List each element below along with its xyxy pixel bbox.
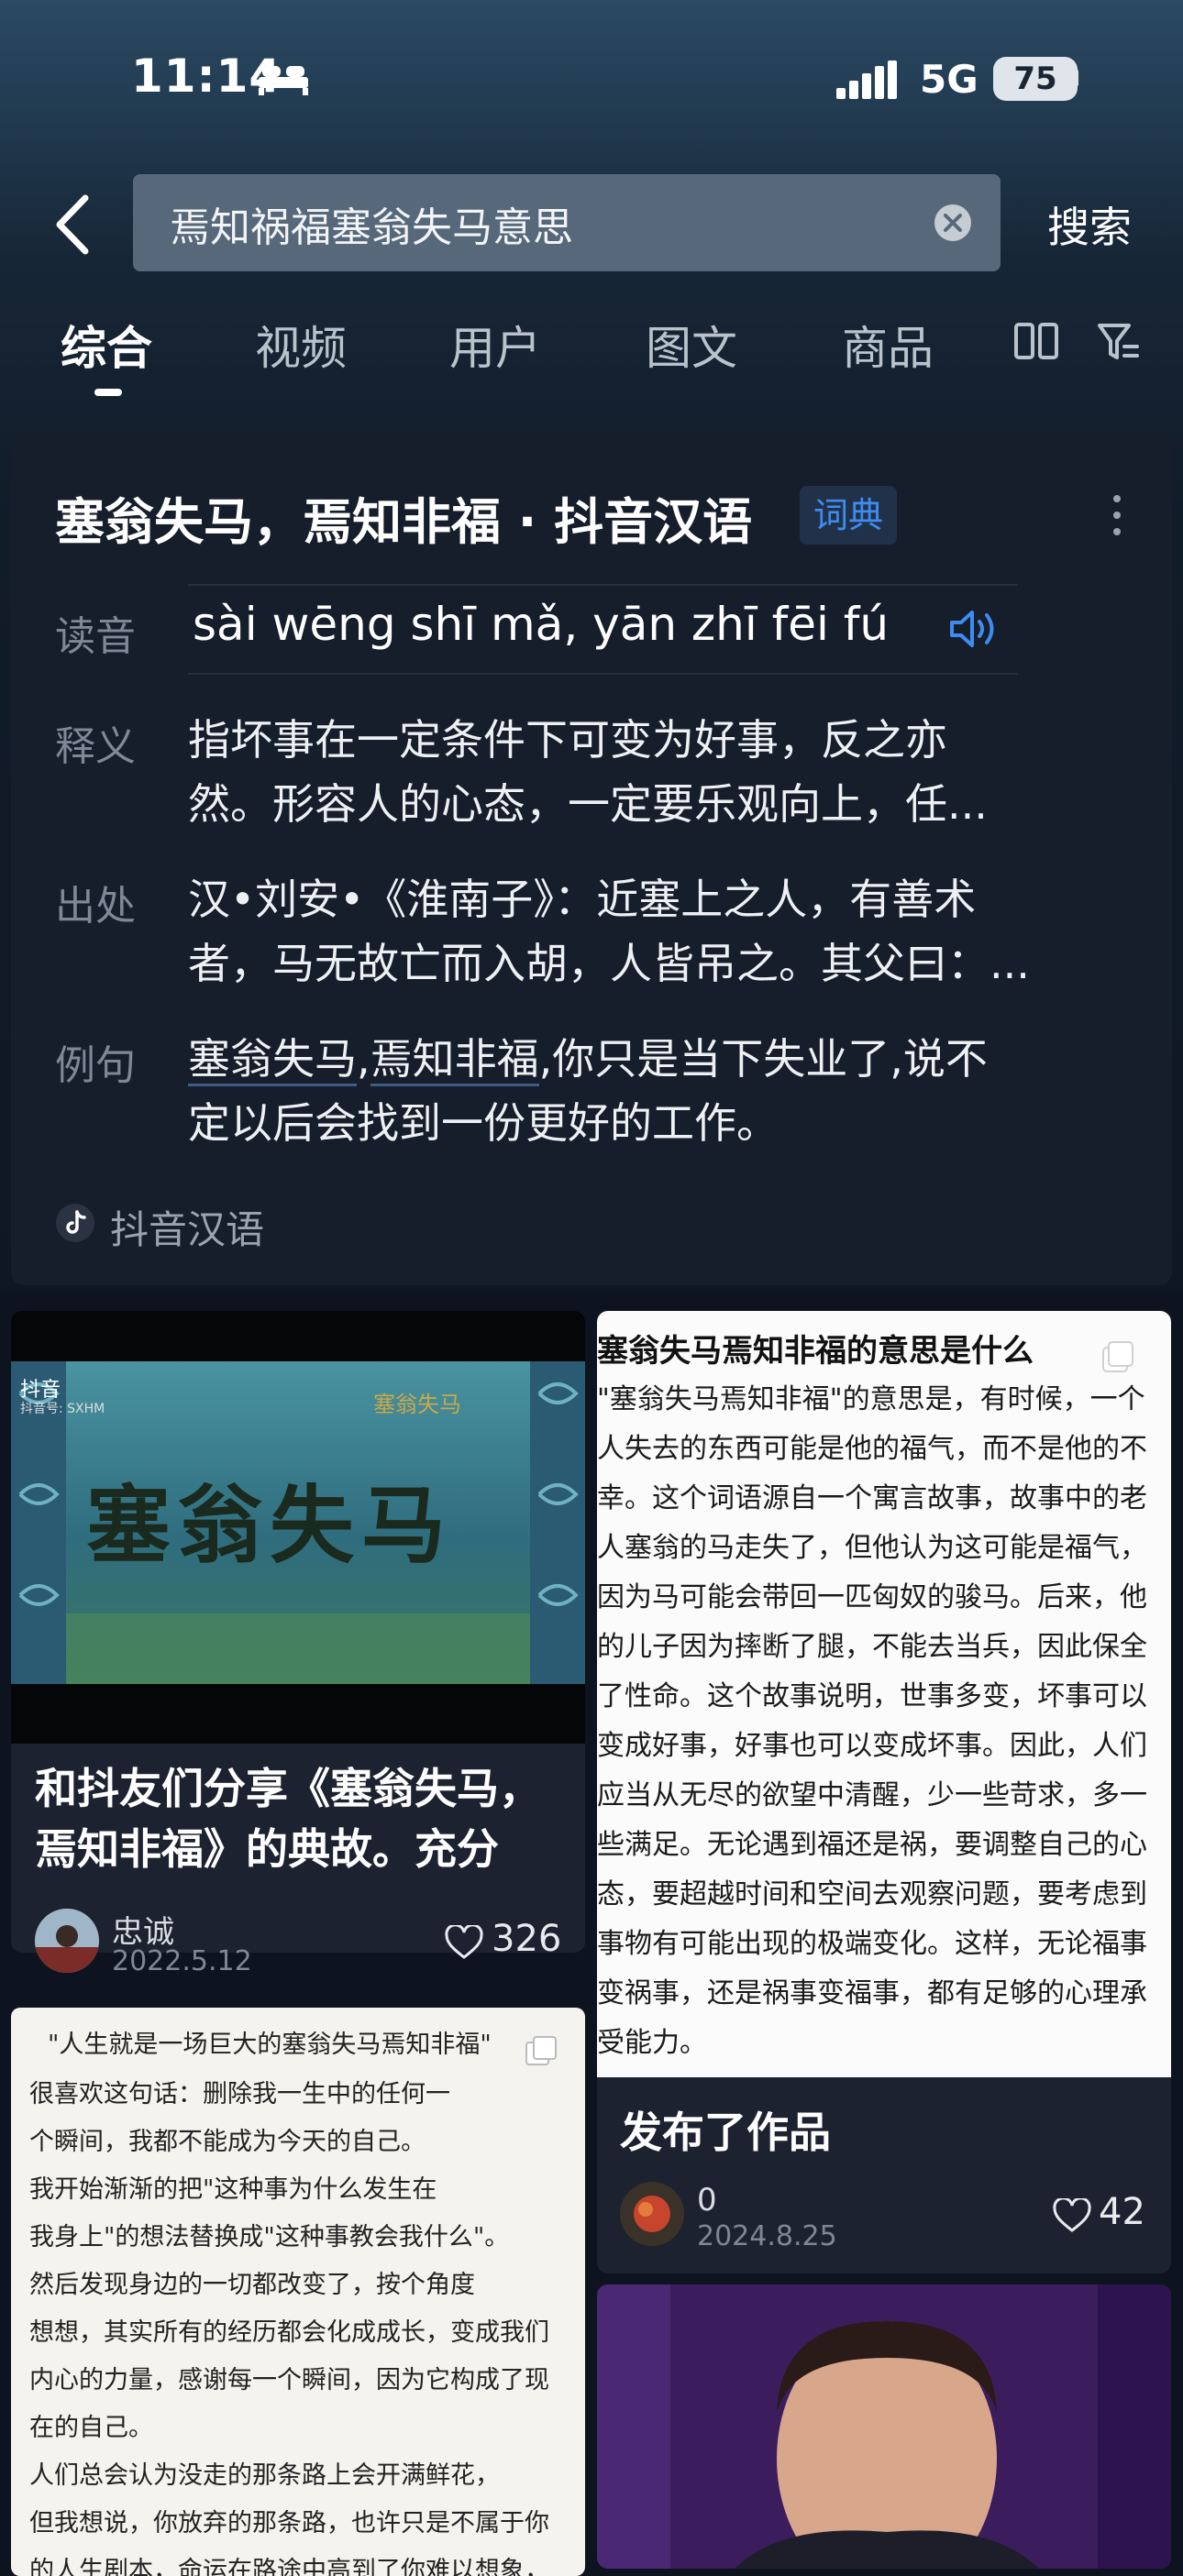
article-line: 人失去的东西可能是他的福气，而不是他的不	[597, 1433, 1147, 1465]
network-type: 5G	[920, 57, 978, 102]
definition-label: 释义	[55, 723, 136, 770]
article-line: "塞翁失马焉知非福"的意思是，有时候，一个	[597, 1383, 1145, 1415]
author-name[interactable]: 0	[697, 2182, 717, 2218]
douyin-logo-icon	[56, 1204, 94, 1242]
author-avatar[interactable]	[620, 2182, 684, 2246]
note-line: 个瞬间，我都不能成为今天的自己。	[29, 2128, 426, 2156]
article-line: 事物有可能出现的极端变化。这样，无论福事	[597, 1928, 1147, 1960]
article-line: 态，要超越时间和空间去观察问题，要考虑到	[597, 1878, 1147, 1910]
thumb-corner-text: 塞翁失马	[373, 1392, 461, 1417]
separator	[188, 584, 1018, 586]
example-line-1: 塞翁失马,焉知非福,你只是当下失业了,说不	[188, 1027, 1133, 1091]
note-line: 我开始渐渐的把"这种事为什么发生在	[29, 2175, 437, 2204]
origin-line-1: 汉•刘安•《淮南子》：近塞上之人，有善术	[188, 875, 977, 924]
article-line: 了性命。这个故事说明，世事多变，坏事可以	[597, 1680, 1147, 1712]
dictionary-card[interactable]	[11, 433, 1172, 1285]
article-line: 受能力。	[597, 2027, 707, 2059]
sleep-mode-icon	[259, 66, 308, 95]
post-date: 2024.8.25	[697, 2220, 837, 2252]
article-line: 变祸事，还是祸事变福事，都有足够的心理承	[597, 1977, 1147, 2009]
highlight-phrase: 塞翁失马	[188, 1034, 357, 1086]
like-count: 326	[492, 1918, 562, 1960]
like-count: 42	[1099, 2191, 1145, 2233]
video-title-line-1: 和抖友们分享《塞翁失马，	[35, 1764, 541, 1813]
note-line: 的人生剧本，命运在路途中高到了你难以想象，	[29, 2557, 549, 2576]
post-date: 2022.5.12	[112, 1945, 252, 1977]
note-line: 我身上"的想法替换成"这种事教会我什么"。	[29, 2223, 510, 2251]
photo-thumbnail	[597, 2284, 1171, 2569]
note-line: 内心的力量，感谢每一个瞬间，因为它构成了现	[29, 2366, 549, 2394]
video-title: 和抖友们分享《塞翁失马， 焉知非福》的典故。充分	[35, 1758, 567, 1879]
definition-line-2: 然。形容人的心态，一定要乐观向上，任...	[188, 779, 988, 829]
video-title-line-2: 焉知非福》的典故。充分	[35, 1824, 499, 1874]
article-line: 变成好事，好事也可以变成坏事。因此，人们	[597, 1730, 1147, 1762]
origin-line-2: 者，马无故亡而入胡，人皆吊之。其父曰：...	[188, 939, 1030, 988]
article-title: 塞翁失马焉知非福的意思是什么	[597, 1333, 1034, 1370]
layout-toggle-icon[interactable]	[1014, 321, 1058, 361]
tab-users[interactable]: 用户	[449, 312, 541, 378]
filter-icon[interactable]	[1097, 321, 1139, 363]
tab-products[interactable]: 商品	[842, 312, 934, 378]
multi-image-icon	[525, 2036, 557, 2065]
note-line: 人们总会认为没走的那条路上会开满鲜花，	[29, 2461, 500, 2490]
origin-value: 汉•刘安•《淮南子》：近塞上之人，有善术 者，马无故亡而入胡，人皆吊之。其父曰：…	[188, 867, 1133, 996]
highlight-phrase: 焉知非福	[370, 1034, 539, 1086]
author-avatar[interactable]	[35, 1909, 99, 1973]
dictionary-source[interactable]: 抖音汉语	[110, 1199, 264, 1255]
back-arrow-icon[interactable]	[50, 193, 96, 257]
handwritten-note-card[interactable]: "人生就是一场巨大的塞翁失马焉知非福" 很喜欢这句话：删除我一生中的任何一 个瞬…	[11, 2008, 585, 2576]
article-line: 些满足。无论遇到福还是祸，要调整自己的心	[597, 1829, 1147, 1861]
article-line: 人塞翁的马走失了，但他认为这可能是福气，	[597, 1532, 1147, 1564]
avatar-image	[35, 1909, 99, 1973]
tab-video[interactable]: 视频	[255, 312, 347, 378]
active-tab-indicator	[94, 389, 122, 396]
pronunciation-value: sài wēng shī mǎ, yān zhī fēi fú	[193, 598, 890, 651]
article-body: "塞翁失马焉知非福"的意思是，有时候，一个 人失去的东西可能是他的福气，而不是他…	[597, 1375, 1171, 2068]
thumb-account-id: 抖音号: SXHM	[20, 1402, 105, 1416]
separator	[188, 673, 1018, 675]
note-line: 很喜欢这句话：删除我一生中的任何一	[29, 2080, 450, 2108]
search-query-text: 焉知祸福塞翁失马意思	[170, 204, 573, 251]
example-line-2: 定以后会找到一份更好的工作。	[188, 1098, 779, 1148]
search-button[interactable]: 搜索	[1047, 194, 1132, 255]
note-line: 想想，其实所有的经历都会化成成长，变成我们	[29, 2318, 549, 2347]
tab-comprehensive[interactable]: 综合	[61, 312, 152, 378]
note-line: 但我想说，你放弃的那条路，也许只是不属于你	[29, 2509, 549, 2537]
avatar-image	[620, 2182, 684, 2246]
example-label: 例句	[55, 1042, 136, 1089]
thumb-caption: 塞翁失马	[86, 1476, 454, 1575]
definition-value: 指坏事在一定条件下可变为好事，反之亦 然。形容人的心态，一定要乐观向上，任...	[188, 708, 1133, 836]
example-separator: ,	[357, 1034, 370, 1084]
article-caption: 发布了作品	[620, 2108, 831, 2157]
article-line: 的儿子因为摔断了腿，不能去当兵，因此保全	[597, 1631, 1147, 1663]
dictionary-title: 塞翁失马，焉知非福 · 抖音汉语	[55, 493, 753, 551]
note-line: "人生就是一场巨大的塞翁失马焉知非福"	[48, 2031, 492, 2059]
battery-nub	[1073, 70, 1078, 86]
origin-label: 出处	[55, 883, 136, 930]
photo-result-card[interactable]	[597, 2284, 1171, 2569]
tab-image-text[interactable]: 图文	[646, 312, 737, 378]
article-line: 因为马可能会带回一匹匈奴的骏马。后来，他	[597, 1581, 1147, 1613]
example-rest: ,你只是当下失业了,说不	[538, 1034, 988, 1084]
article-image[interactable]: 塞翁失马焉知非福的意思是什么 "塞翁失马焉知非福"的意思是，有时候，一个 人失去…	[597, 1311, 1171, 2077]
heart-icon[interactable]	[445, 1925, 483, 1960]
note-line: 在的自己。	[29, 2414, 153, 2442]
note-line: 然后发现身边的一切都改变了，按个角度	[29, 2271, 475, 2299]
article-line: 幸。这个词语源自一个寓言故事，故事中的老	[597, 1482, 1147, 1514]
heart-icon[interactable]	[1053, 2198, 1091, 2233]
speaker-icon[interactable]	[948, 607, 1001, 651]
definition-line-1: 指坏事在一定条件下可变为好事，反之亦	[188, 715, 947, 765]
cellular-signal-icon	[836, 61, 897, 99]
clear-search-icon[interactable]	[934, 204, 972, 242]
pronunciation-label: 读音	[55, 613, 136, 660]
more-options-icon[interactable]	[1106, 491, 1128, 539]
video-thumbnail[interactable]: 抖音 抖音号: SXHM 塞翁失马 塞翁失马	[11, 1311, 585, 1744]
example-value: 塞翁失马,焉知非福,你只是当下失业了,说不 定以后会找到一份更好的工作。	[188, 1027, 1133, 1155]
multi-image-icon	[1102, 1341, 1133, 1372]
article-line: 应当从无尽的欲望中清醒，少一些苛求，多一	[597, 1779, 1147, 1811]
battery-indicator: 75	[993, 57, 1078, 101]
dictionary-badge: 词典	[800, 486, 897, 545]
